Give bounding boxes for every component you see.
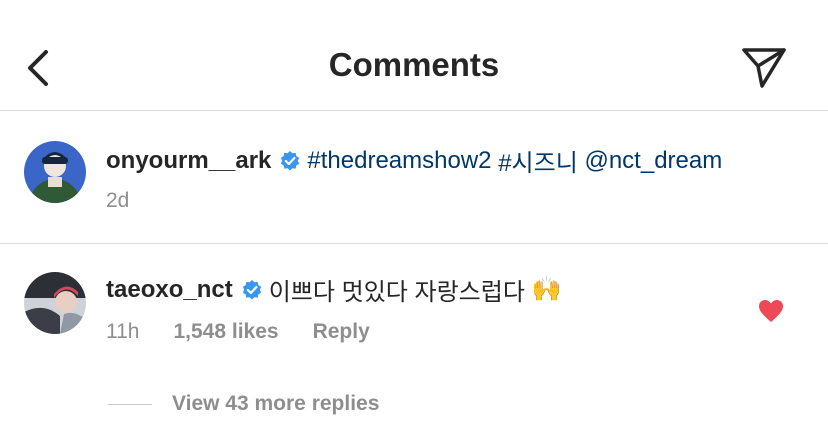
heart-icon	[759, 300, 783, 322]
avatar-image	[24, 272, 86, 334]
comment-line: taeoxo_nct 이쁘다 멋있다 자랑스럽다 🙌	[106, 272, 561, 307]
comment-item: taeoxo_nct 이쁘다 멋있다 자랑스럽다 🙌 11h 1,548 lik…	[0, 244, 828, 444]
paper-plane-icon	[742, 48, 786, 88]
avatar[interactable]	[24, 141, 86, 203]
view-replies-label: View 43 more replies	[172, 392, 380, 415]
caption-line: onyourm__ark #thedreamshow2 #시즈니 @nct_dr…	[106, 143, 722, 178]
comment-username[interactable]: taeoxo_nct	[106, 276, 233, 304]
verified-badge-icon	[281, 150, 300, 170]
timestamp: 2d	[106, 189, 130, 212]
page-title: Comments	[328, 46, 500, 83]
avatar-image	[24, 141, 86, 203]
hashtag-link[interactable]: #시즈니	[498, 143, 578, 178]
caption-meta: 2d	[106, 189, 129, 213]
caption-username[interactable]: onyourm__ark	[106, 147, 271, 175]
replies-divider	[108, 403, 152, 405]
raising-hands-emoji: 🙌	[531, 276, 562, 303]
likes-count[interactable]: 1,548 likes	[173, 320, 278, 344]
verified-badge-icon	[242, 279, 261, 299]
comments-header: Comments	[0, 0, 828, 111]
reply-button[interactable]: Reply	[313, 320, 370, 344]
post-caption: onyourm__ark #thedreamshow2 #시즈니 @nct_dr…	[0, 111, 828, 244]
timestamp: 11h	[106, 320, 140, 343]
share-button[interactable]	[740, 44, 788, 92]
like-button[interactable]	[758, 299, 784, 323]
mention-link[interactable]: @nct_dream	[584, 147, 722, 175]
hashtag-link[interactable]: #thedreamshow2	[307, 147, 491, 175]
comment-text: 이쁘다 멋있다 자랑스럽다	[268, 279, 525, 306]
avatar[interactable]	[24, 272, 86, 334]
view-replies-button[interactable]: View 43 more replies	[108, 392, 379, 416]
comment-meta: 11h 1,548 likes Reply	[106, 320, 370, 344]
